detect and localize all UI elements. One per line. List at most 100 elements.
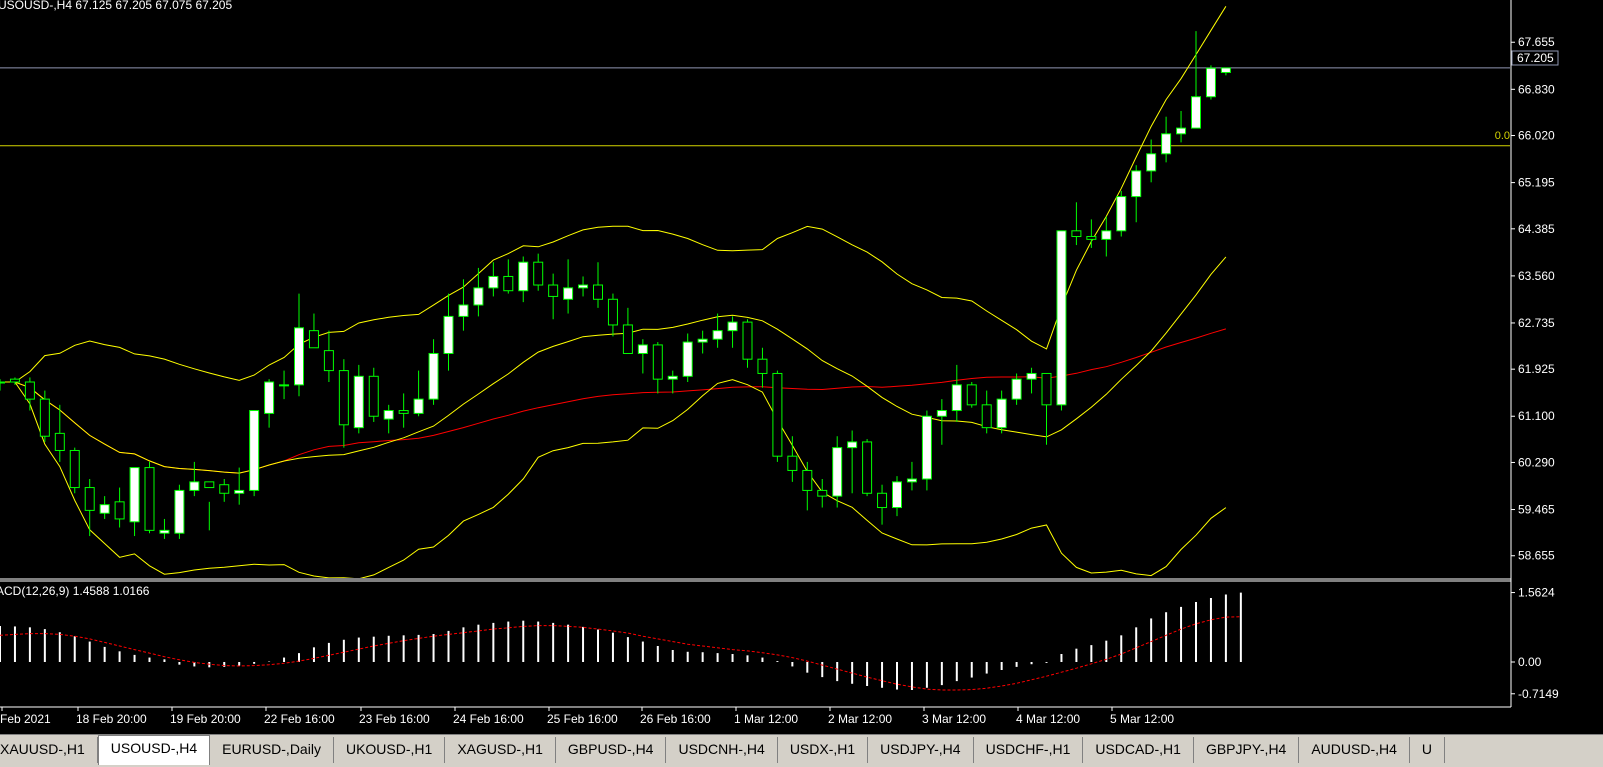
chart-tab[interactable]: GBPJPY-,H4 [1194, 737, 1300, 763]
candle-body [1026, 372, 1037, 380]
candle-body [204, 481, 215, 489]
candle-body [488, 275, 499, 289]
candle-body [249, 410, 260, 491]
candle-body [1131, 170, 1142, 198]
candle-body [1041, 372, 1052, 406]
candle-body [39, 398, 50, 437]
chart-tab[interactable]: GBPUSD-,H4 [556, 737, 667, 763]
time-tick-label: 3 Mar 12:00 [922, 712, 986, 726]
candle-body [1101, 230, 1112, 240]
chart-tab[interactable]: XAUUSD-,H1 [0, 737, 98, 763]
macd-panel[interactable] [0, 592, 1242, 691]
candle-body [1146, 153, 1157, 172]
price-tick-label: 61.100 [1518, 409, 1555, 423]
price-chart[interactable] [0, 6, 1511, 579]
candle-body [877, 492, 888, 509]
price-tick-label: 58.655 [1518, 549, 1555, 563]
chart-tab[interactable]: AUDUSD-,H4 [1299, 737, 1410, 763]
candle-body [906, 478, 917, 483]
candle-body [443, 315, 454, 354]
candle-body [279, 384, 290, 387]
macd-label: ACD(12,26,9) 1.4588 1.0166 [0, 584, 150, 598]
candle-body [294, 327, 304, 386]
candle-body [981, 404, 992, 429]
candle-body [1161, 133, 1172, 155]
candle-body [473, 287, 484, 306]
candle-body [637, 344, 648, 354]
candle-body [99, 504, 110, 514]
candle-body [936, 410, 947, 417]
candle-body [802, 469, 813, 491]
chart-tab[interactable]: USDJPY-,H4 [868, 737, 974, 763]
chart-tab[interactable]: USDCHF-,H1 [974, 737, 1084, 763]
chart-tab[interactable]: USDCNH-,H4 [666, 737, 778, 763]
candle-body [428, 352, 439, 400]
time-tick-label: Feb 2021 [0, 712, 51, 726]
candle-body [697, 338, 708, 343]
candle-body [652, 344, 663, 380]
price-tick-label: 61.925 [1518, 362, 1555, 376]
candle-body [757, 358, 768, 374]
candle-body [383, 410, 394, 420]
macd-signal-line [0, 616, 1241, 691]
current-price-label: 67.205 [1517, 51, 1554, 65]
candle-body [84, 487, 95, 511]
price-tick-label: 59.465 [1518, 503, 1555, 517]
price-tick-label: 60.290 [1518, 455, 1555, 469]
candle-body [1071, 230, 1082, 238]
price-tick-label: 66.830 [1518, 82, 1555, 96]
candle-body [682, 341, 693, 377]
candle-body [533, 261, 544, 286]
candle-body [458, 304, 469, 317]
fib-level-label: 0.0 [1495, 130, 1510, 142]
time-tick-label: 19 Feb 20:00 [170, 712, 241, 726]
chart-tabs: XAUUSD-,H1 USOUSD-,H4 EURUSD-,Daily UKOUSD-… [0, 735, 1446, 765]
time-tick-label: 26 Feb 16:00 [640, 712, 711, 726]
candle-body [1116, 196, 1127, 232]
chart-tab[interactable]: USOUSD-,H4 [97, 735, 211, 765]
candle-body [9, 378, 20, 383]
candle-body [548, 284, 559, 297]
price-axis: 67.655 66.830 66.020 65.195 64.385 63.560 62.7… [1511, 35, 1559, 701]
time-axis: Feb 2021 18 Feb 20:00 19 Feb 20:00 22 Feb 1… [0, 707, 1174, 726]
candle-body [114, 501, 125, 520]
candle-body [862, 441, 873, 494]
candle-body [518, 261, 529, 292]
macd-tick-label: 1.5624 [1518, 586, 1555, 600]
candle-body [353, 375, 364, 429]
time-tick-label: 1 Mar 12:00 [734, 712, 798, 726]
candle-body [219, 484, 230, 494]
candle-body [234, 489, 245, 494]
candle-body [144, 467, 155, 531]
candle-body [563, 287, 574, 300]
macd-tick-label: -0.7149 [1518, 687, 1559, 701]
chart-tab[interactable]: UKOUSD-,H1 [334, 737, 446, 763]
chart-tab[interactable]: EURUSD-,Daily [210, 737, 334, 763]
chart-tab[interactable]: USDX-,H1 [778, 737, 869, 763]
candle-body [1205, 67, 1216, 98]
candle-body [174, 489, 185, 534]
candle-body [966, 384, 977, 406]
candle-body [24, 381, 35, 400]
time-tick-label: 18 Feb 20:00 [76, 712, 147, 726]
candle-body [921, 415, 932, 480]
candle-body [578, 284, 589, 289]
price-tick-label: 65.195 [1518, 176, 1555, 190]
candle-body [69, 449, 80, 489]
candle-body [1086, 236, 1097, 240]
time-tick-label: 23 Feb 16:00 [359, 712, 430, 726]
price-tick-label: 64.385 [1518, 222, 1555, 236]
time-tick-label: 22 Feb 16:00 [264, 712, 335, 726]
candle-body [817, 489, 828, 497]
price-tick-label: 66.020 [1518, 129, 1555, 143]
candle-body [54, 432, 65, 451]
chart-canvas[interactable]: 67.655 66.830 66.020 65.195 64.385 63.560 62.7… [0, 0, 1603, 734]
chart-tab[interactable]: XAGUSD-,H1 [445, 737, 556, 763]
chart-tab[interactable]: U [1410, 737, 1446, 763]
candle-body [892, 481, 902, 509]
price-tick-label: 67.655 [1518, 35, 1555, 49]
candle-body [622, 324, 633, 354]
candle-body [847, 441, 858, 449]
candle-body [323, 350, 334, 372]
chart-tab[interactable]: USDCAD-,H1 [1083, 737, 1194, 763]
